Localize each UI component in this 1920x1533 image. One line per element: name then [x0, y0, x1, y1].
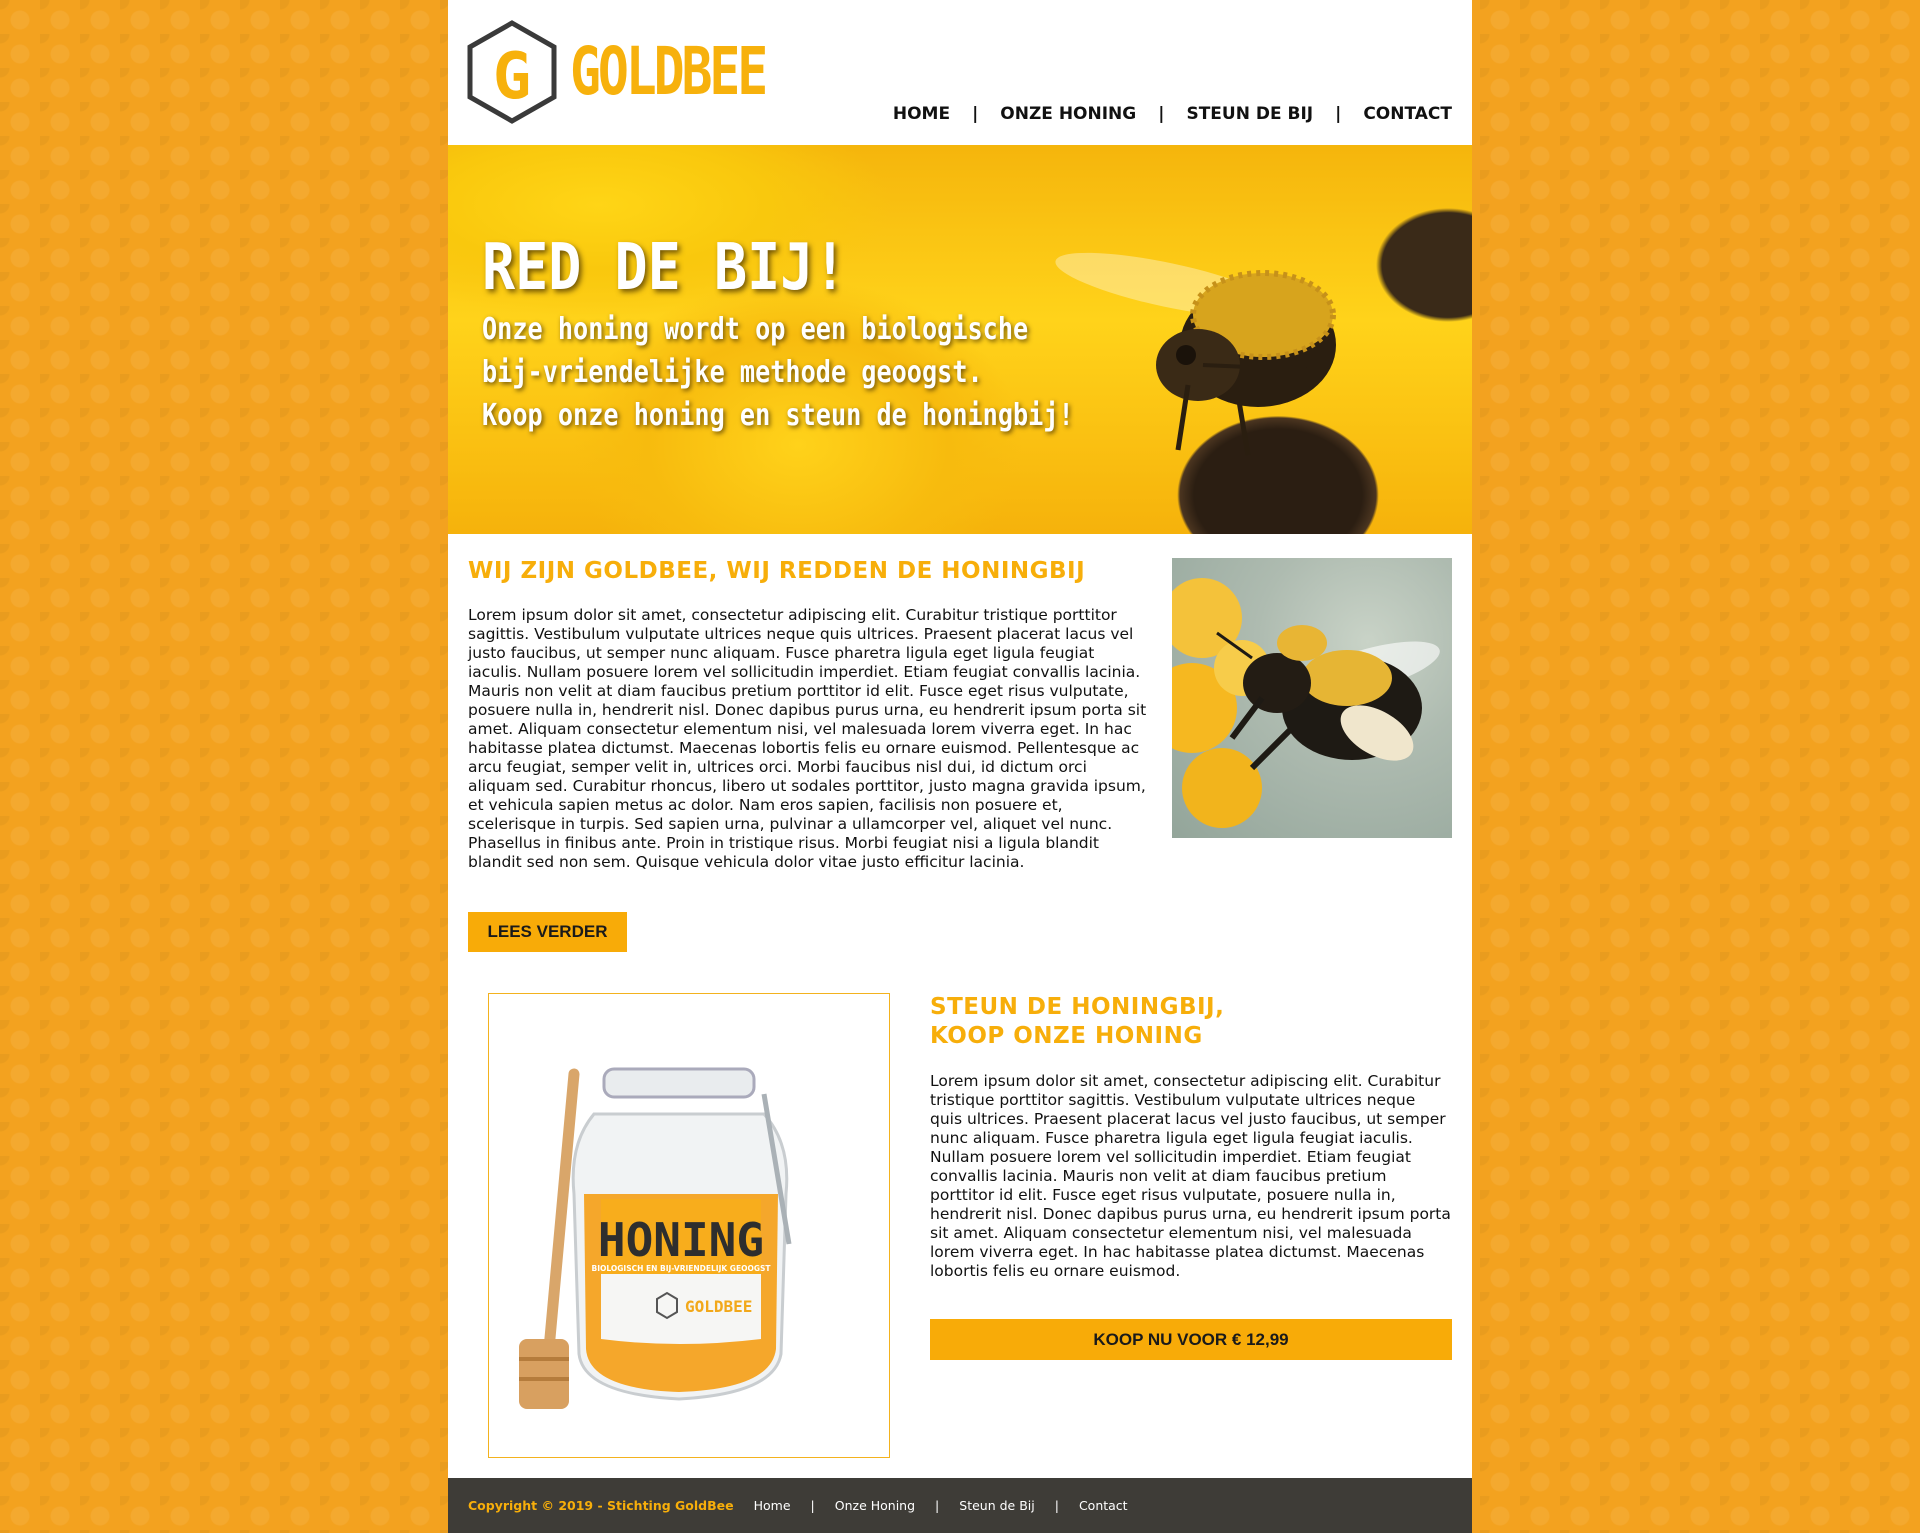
- about-text: Lorem ipsum dolor sit amet, consectetur …: [468, 606, 1147, 871]
- buy-now-button[interactable]: KOOP NU VOOR € 12,99: [930, 1319, 1452, 1360]
- product-title-line-2: KOOP ONZE HONING: [930, 1023, 1203, 1049]
- main-nav: HOME | ONZE HONING | STEUN DE BIJ | CONT…: [893, 104, 1452, 124]
- footer-separator: |: [935, 1498, 940, 1513]
- footer-separator: |: [810, 1498, 815, 1513]
- product-title: STEUN DE HONINGBIJ, KOOP ONZE HONING: [930, 993, 1224, 1051]
- footer-link-steun-de-bij[interactable]: Steun de Bij: [959, 1498, 1034, 1513]
- site-header: G GOLDBEE HOME | ONZE HONING | STEUN DE …: [448, 0, 1472, 145]
- nav-steun-de-bij[interactable]: STEUN DE BIJ: [1186, 104, 1313, 124]
- nav-onze-honing[interactable]: ONZE HONING: [1000, 104, 1136, 124]
- nav-separator: |: [972, 104, 979, 124]
- footer-link-contact[interactable]: Contact: [1079, 1498, 1128, 1513]
- bee-on-flower-icon: [1172, 578, 1440, 828]
- jar-label-subtitle: BIOLOGISCH EN BIJ-VRIENDELIJK GEOOGST: [592, 1264, 772, 1273]
- jar-label-title: HONING: [598, 1213, 764, 1267]
- brand-name[interactable]: GOLDBEE: [570, 32, 768, 112]
- hero-banner: RED DE BIJ! Onze honing wordt op een bio…: [448, 145, 1472, 534]
- logo-letter: G: [493, 40, 532, 114]
- honey-jar-icon: HONING BIOLOGISCH EN BIJ-VRIENDELIJK GEO…: [519, 1067, 792, 1409]
- footer-separator: |: [1054, 1498, 1059, 1513]
- product-text: Lorem ipsum dolor sit amet, consectetur …: [930, 1072, 1451, 1280]
- nav-contact[interactable]: CONTACT: [1363, 104, 1452, 124]
- nav-separator: |: [1158, 104, 1165, 124]
- bee-icon: [1055, 252, 1336, 456]
- hero-title: RED DE BIJ!: [482, 231, 847, 305]
- hero-line-1: Onze honing wordt op een biologische: [482, 312, 1029, 347]
- read-more-button[interactable]: LEES VERDER: [468, 912, 627, 952]
- footer-link-home[interactable]: Home: [754, 1498, 791, 1513]
- nav-home[interactable]: HOME: [893, 104, 950, 124]
- nav-separator: |: [1335, 104, 1342, 124]
- honey-jar-image: HONING BIOLOGISCH EN BIJ-VRIENDELIJK GEO…: [488, 993, 890, 1458]
- product-title-line-1: STEUN DE HONINGBIJ,: [930, 994, 1225, 1020]
- hero-line-2: bij-vriendelijke methode geoogst.: [482, 355, 983, 390]
- site-footer: Copyright © 2019 - Stichting GoldBee Hom…: [448, 1478, 1472, 1533]
- bee-photo: [1172, 558, 1452, 838]
- jar-label-brand: GOLDBEE: [685, 1297, 752, 1316]
- page-container: G GOLDBEE HOME | ONZE HONING | STEUN DE …: [448, 0, 1472, 1533]
- footer-link-onze-honing[interactable]: Onze Honing: [835, 1498, 915, 1513]
- hexagon-logo-icon[interactable]: G: [466, 20, 558, 124]
- footer-copyright: Copyright © 2019 - Stichting GoldBee: [468, 1498, 734, 1513]
- about-title: WIJ ZIJN GOLDBEE, WIJ REDDEN DE HONINGBI…: [468, 558, 1086, 584]
- hero-line-3: Koop onze honing en steun de honingbij!: [482, 398, 1074, 433]
